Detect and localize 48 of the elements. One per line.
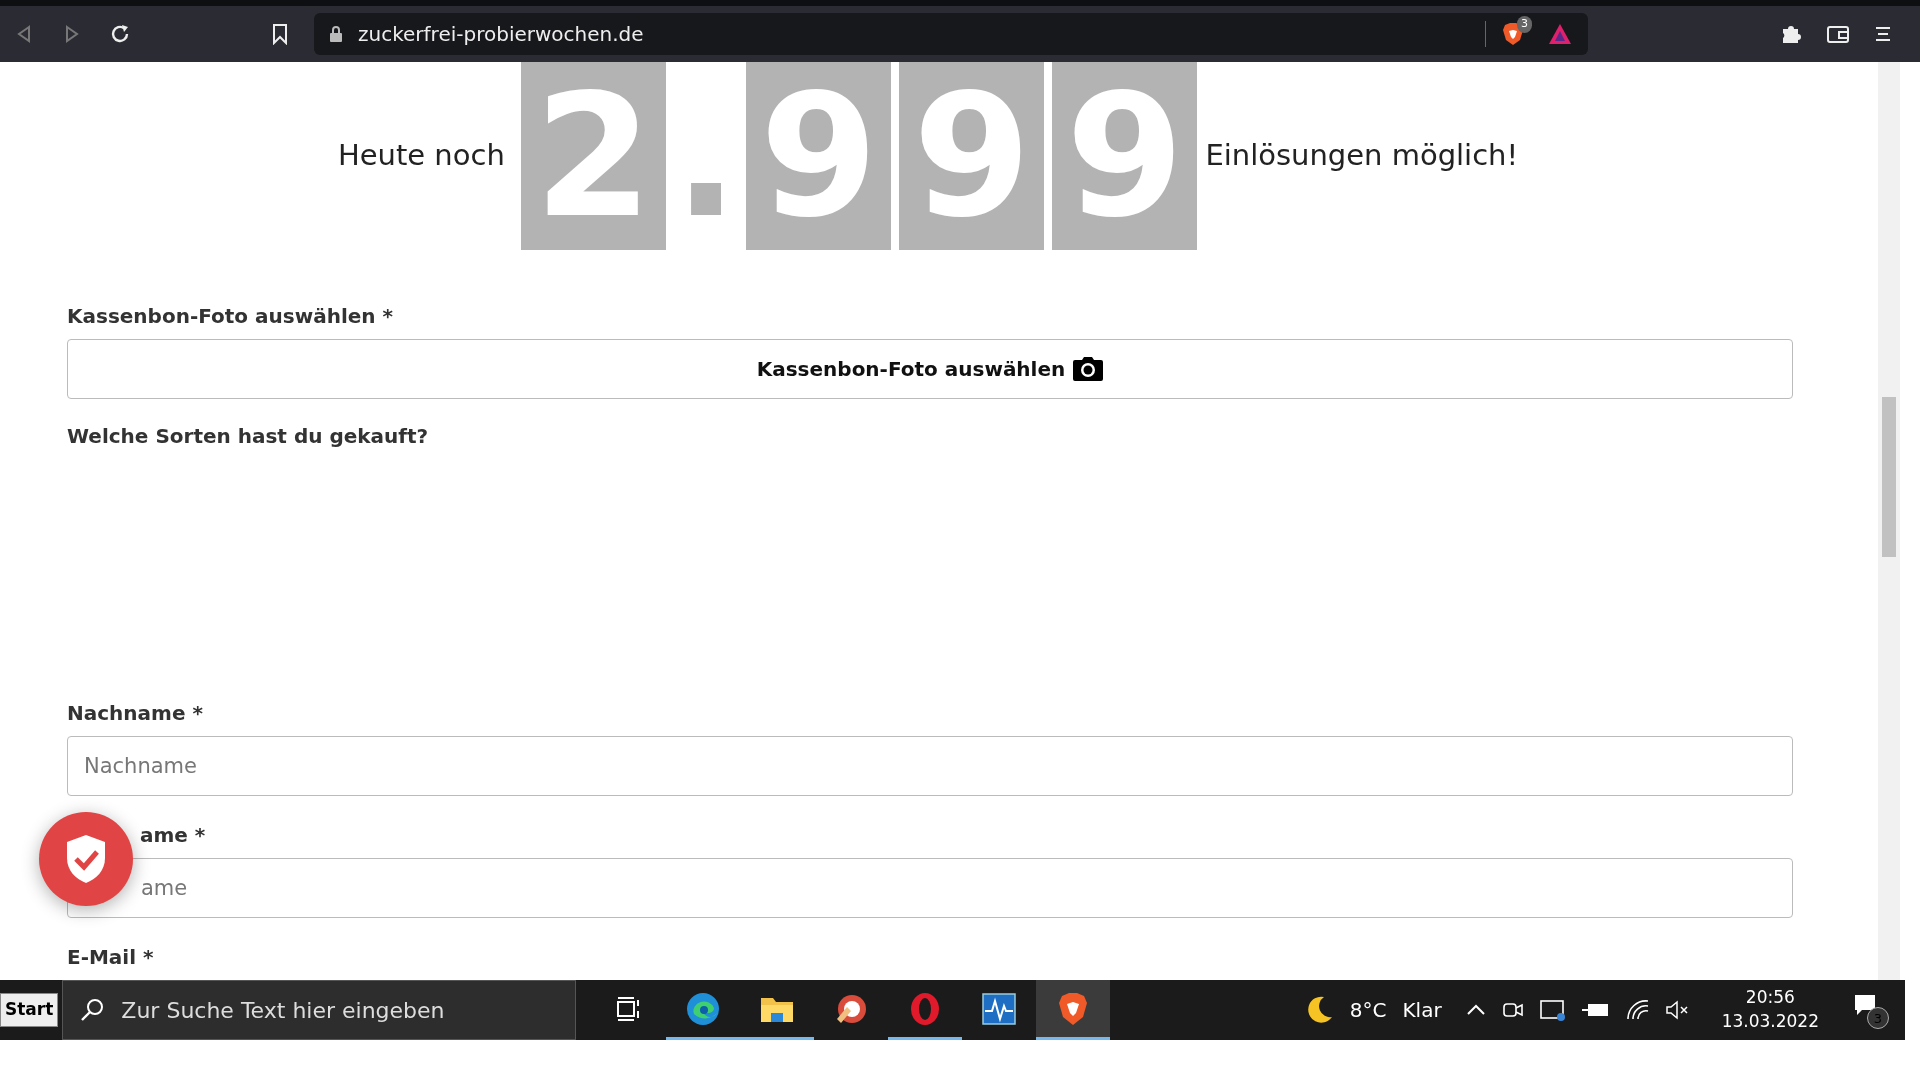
field-label: Nachname * bbox=[67, 700, 203, 727]
battery-icon[interactable] bbox=[1581, 1001, 1610, 1019]
wifi-icon[interactable] bbox=[1625, 999, 1650, 1021]
camera-icon bbox=[1073, 357, 1104, 381]
shield-button[interactable] bbox=[39, 812, 133, 906]
brush-logo-icon bbox=[835, 992, 868, 1025]
field-label: ame * bbox=[140, 822, 206, 849]
puzzle-icon[interactable] bbox=[1780, 23, 1802, 45]
triangle-icon[interactable] bbox=[1548, 23, 1572, 45]
temperature-text: 8°C bbox=[1349, 997, 1387, 1024]
section-heading: Welche Sorten hast du gekauft? bbox=[67, 423, 429, 450]
counter-separator: . bbox=[673, 62, 739, 250]
counter-digit: 9 bbox=[746, 62, 892, 250]
pulse-icon bbox=[982, 992, 1017, 1025]
reload-icon bbox=[109, 23, 131, 45]
counter-suffix: Einlösungen möglich! bbox=[1205, 137, 1519, 175]
wallet-icon[interactable] bbox=[1826, 24, 1850, 44]
lion-logo-icon bbox=[1058, 991, 1089, 1026]
menu-icon[interactable] bbox=[1874, 25, 1892, 43]
forward-icon bbox=[65, 25, 79, 43]
mute-icon[interactable] bbox=[1665, 1000, 1690, 1020]
wave-logo-icon bbox=[686, 991, 721, 1026]
back-icon bbox=[17, 25, 31, 43]
ring-logo-icon bbox=[910, 991, 941, 1026]
url-text: zuckerfrei-probierwochen.de bbox=[358, 21, 644, 48]
search-field[interactable]: Zur Suche Text hier eingeben bbox=[62, 980, 577, 1040]
counter-digit: 2 bbox=[520, 62, 666, 250]
taskbar-app-button[interactable] bbox=[1036, 980, 1111, 1040]
counter-prefix: Heute noch bbox=[337, 137, 505, 175]
field-label: E-Mail * bbox=[67, 944, 154, 971]
counter-digit: 9 bbox=[899, 62, 1045, 250]
chevron-up-icon[interactable] bbox=[1465, 1004, 1486, 1016]
start-button[interactable]: Start bbox=[0, 993, 59, 1027]
field-label: Kassenbon-Foto auswählen * bbox=[67, 303, 393, 330]
file-upload-button[interactable]: Kassenbon-Foto auswählen bbox=[67, 339, 1793, 399]
count-badge: 3 bbox=[1517, 16, 1532, 33]
counter-digit: 9 bbox=[1052, 62, 1198, 250]
clock-time: 20:56 bbox=[1744, 986, 1796, 1010]
lock-icon bbox=[330, 26, 342, 42]
clock-date: 13.03.2022 bbox=[1721, 1010, 1819, 1033]
search-icon bbox=[80, 998, 105, 1022]
text-field[interactable]: Nachname bbox=[67, 736, 1793, 796]
shield-check-icon bbox=[66, 834, 106, 884]
bookmark-icon bbox=[272, 23, 288, 45]
address-bar[interactable]: zuckerfrei-probierwochen.de 3 bbox=[314, 13, 1588, 55]
weather-condition: Klar bbox=[1402, 997, 1442, 1024]
sync-icon[interactable] bbox=[1539, 998, 1566, 1022]
scrollbar-thumb[interactable] bbox=[1882, 397, 1896, 557]
